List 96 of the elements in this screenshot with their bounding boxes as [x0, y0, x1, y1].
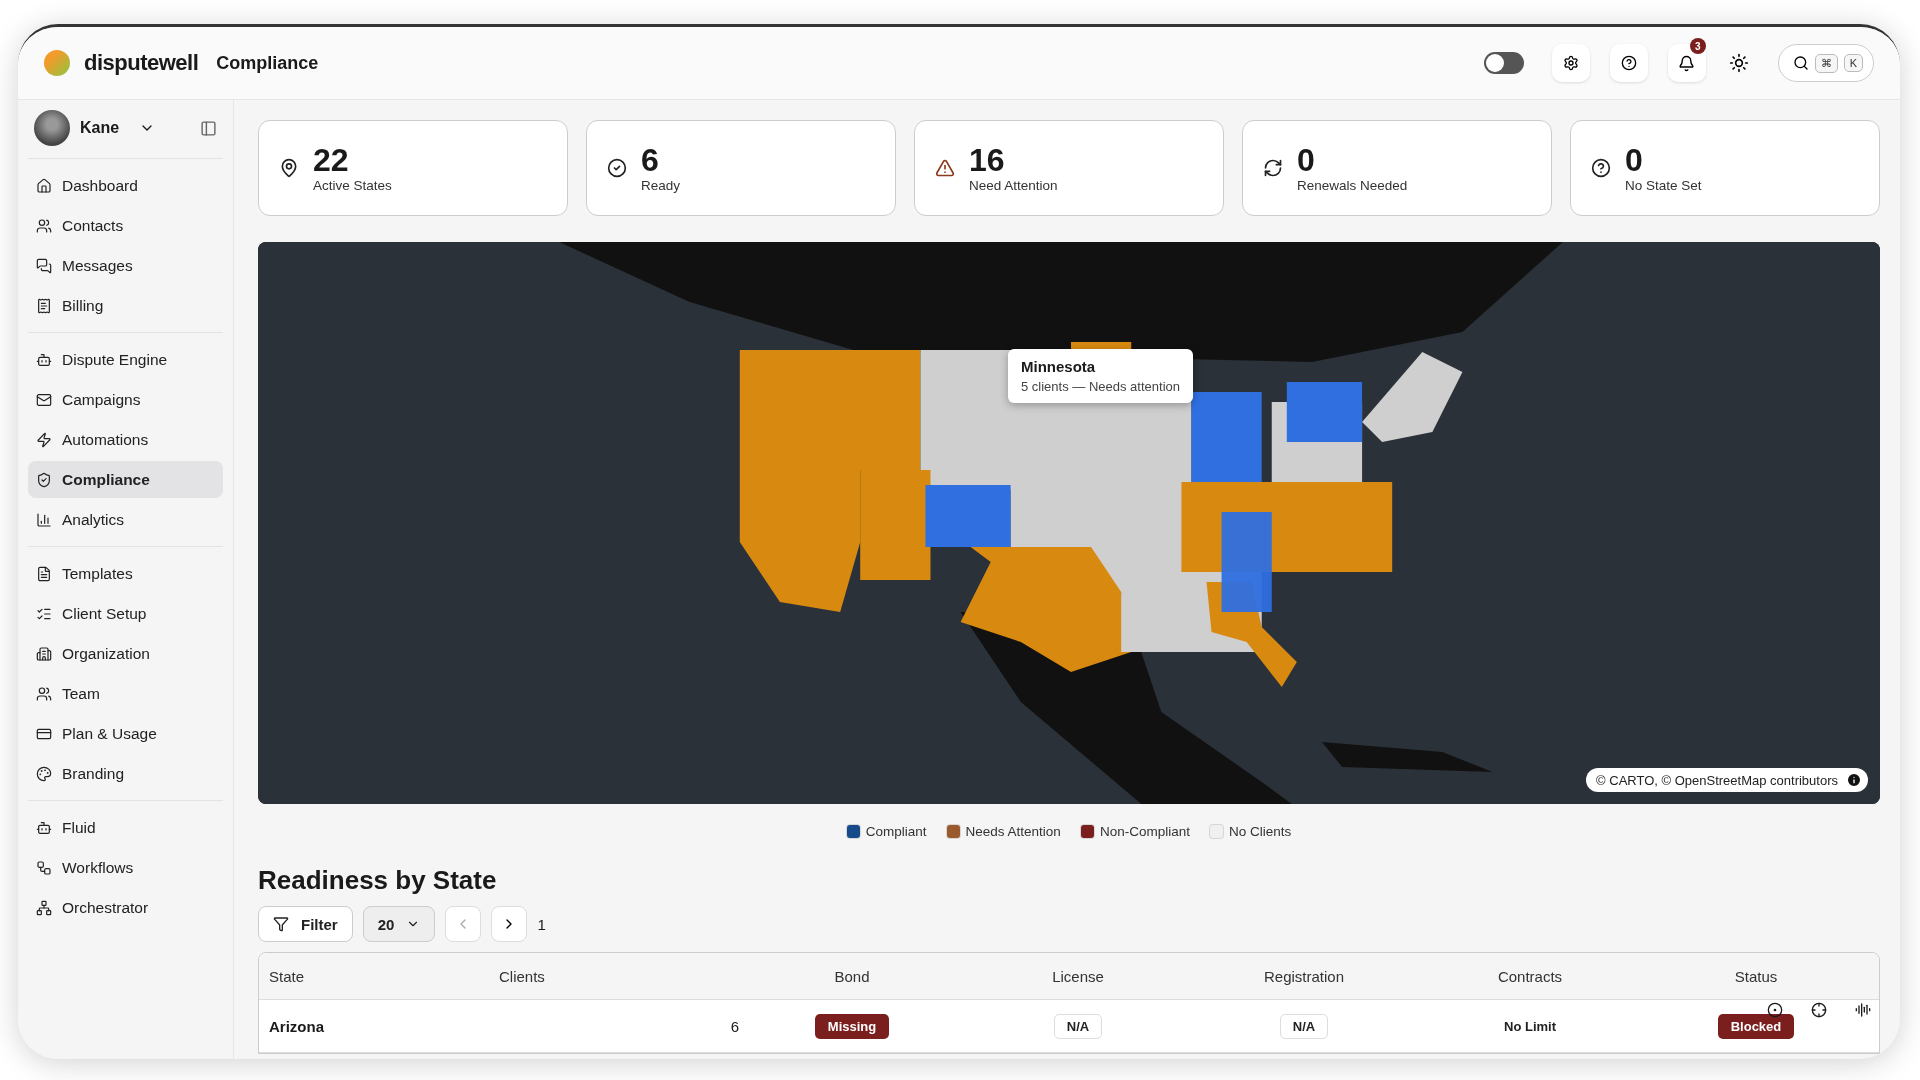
legend-label: Non-Compliant	[1099, 824, 1190, 839]
sidebar-item[interactable]: Organization	[28, 635, 223, 672]
sidebar-item[interactable]: Templates	[28, 555, 223, 592]
column-header: State	[269, 967, 305, 985]
sidebar-item[interactable]: Plan & Usage	[28, 715, 223, 752]
notification-count: 3	[1689, 38, 1706, 54]
stat-label: Ready	[641, 178, 681, 194]
filter-icon	[273, 916, 289, 932]
check-circle-icon	[607, 158, 627, 178]
stat-value: 0	[1625, 142, 1644, 179]
column-header: Contracts	[1497, 967, 1563, 985]
sidebar-item[interactable]: Fluid	[28, 809, 223, 846]
legend-label: No Clients	[1228, 824, 1292, 839]
stat-value: 6	[641, 142, 660, 179]
palette-icon	[36, 765, 52, 782]
refresh-icon	[1263, 158, 1283, 178]
column-header: Clients	[499, 967, 545, 985]
settings-button[interactable]	[1551, 44, 1590, 82]
lightning-icon	[36, 431, 52, 448]
legend-label: Needs Attention	[965, 824, 1061, 839]
sidebar-item[interactable]: Workflows	[28, 849, 223, 886]
stat-label: No State Set	[1625, 178, 1702, 194]
toggle-switch[interactable]	[1483, 52, 1524, 74]
status-badge: Blocked	[1717, 1013, 1795, 1039]
sun-icon	[1728, 53, 1749, 73]
mail-icon	[36, 391, 52, 408]
page-title: Compliance	[216, 52, 319, 74]
stat-label: Active States	[313, 178, 392, 194]
tooltip-detail: 5 clients — Needs attention	[1021, 379, 1180, 394]
tooltip-title: Minnesota	[1021, 358, 1097, 375]
column-header: License	[1052, 967, 1104, 985]
sidebar-toggle-icon[interactable]	[200, 119, 217, 137]
stat-value: 0	[1297, 142, 1316, 179]
attribution-text: © CARTO, © OpenStreetMap contributors	[1596, 772, 1838, 788]
search-icon	[1792, 55, 1809, 71]
robot-icon	[36, 351, 52, 368]
sidebar-item[interactable]: Dashboard	[28, 167, 223, 204]
column-header: Bond	[834, 967, 870, 985]
sidebar-item[interactable]: Messages	[28, 247, 223, 284]
next-page-button[interactable]	[491, 906, 528, 942]
stat-value: 16	[969, 142, 1006, 179]
sidebar-item[interactable]: Campaigns	[28, 381, 223, 418]
help-icon	[1591, 158, 1611, 178]
stat-label: Renewals Needed	[1297, 178, 1408, 194]
workflow-icon	[36, 859, 52, 876]
sidebar-item[interactable]: Dispute Engine	[28, 341, 223, 378]
bell-icon	[1678, 54, 1696, 72]
home-icon	[36, 177, 52, 194]
sidebar-item[interactable]: Compliance	[28, 461, 223, 498]
stat-value: 22	[313, 142, 350, 179]
robot-icon	[36, 819, 52, 836]
sidebar-item[interactable]: Contacts	[28, 207, 223, 244]
people-icon	[36, 217, 52, 234]
info-icon[interactable]	[1846, 772, 1862, 788]
page-size-select[interactable]: 20	[362, 906, 436, 942]
sidebar-item[interactable]: Automations	[28, 421, 223, 458]
filter-button[interactable]: Filter	[258, 906, 353, 942]
bar-chart-icon	[36, 511, 52, 528]
receipt-icon	[36, 297, 52, 314]
notifications-button[interactable]	[1667, 44, 1706, 82]
status-badge: N/A	[1279, 1013, 1329, 1039]
table-cell: Arizona	[269, 1017, 324, 1035]
help-button[interactable]	[1609, 44, 1648, 82]
chat-icon	[36, 257, 52, 274]
logo-icon	[44, 50, 70, 76]
building-icon	[36, 645, 52, 662]
people-icon	[36, 685, 52, 702]
table-cell: 6	[730, 1017, 739, 1035]
help-icon	[1620, 55, 1637, 71]
sidebar-item[interactable]: Analytics	[28, 501, 223, 538]
warning-icon	[935, 158, 955, 178]
sidebar-item[interactable]: Branding	[28, 755, 223, 792]
brand-name: disputewell	[84, 50, 199, 76]
status-badge: N/A	[1053, 1013, 1103, 1039]
avatar[interactable]	[34, 110, 70, 146]
sidebar-item[interactable]: Client Setup	[28, 595, 223, 632]
crosshair-icon[interactable]	[1811, 1002, 1827, 1018]
sidebar-item[interactable]: Team	[28, 675, 223, 712]
sidebar-item[interactable]: Orchestrator	[28, 889, 223, 926]
sidebar-item[interactable]: Billing	[28, 287, 223, 324]
settings-icon	[1562, 55, 1579, 71]
hierarchy-icon	[36, 899, 52, 916]
shield-icon	[36, 471, 52, 488]
legend-label: Compliant	[865, 824, 927, 839]
search-button[interactable]: ⌘ K	[1777, 44, 1874, 82]
stat-label: Need Attention	[969, 178, 1058, 194]
page-number: 1	[537, 915, 546, 933]
document-icon	[36, 565, 52, 582]
audio-lines-icon[interactable]	[1855, 1002, 1871, 1018]
column-header: Registration	[1263, 967, 1344, 985]
target-icon[interactable]	[1767, 1002, 1783, 1018]
map-pin-icon	[279, 158, 299, 178]
user-name[interactable]: Kane	[80, 119, 120, 137]
column-header: Status	[1734, 967, 1778, 985]
section-title: Readiness by State	[258, 865, 498, 896]
status-badge: Missing	[814, 1013, 890, 1039]
